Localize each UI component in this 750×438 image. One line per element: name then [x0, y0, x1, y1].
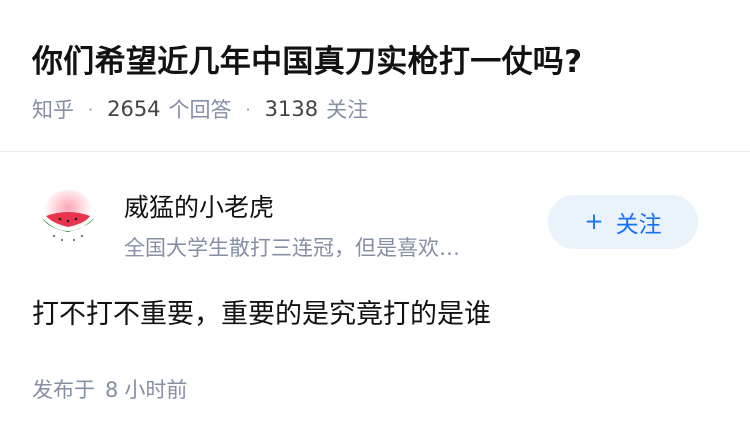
follower-count: 3138	[264, 97, 319, 121]
watermelon-slice-icon	[42, 190, 94, 241]
author-bio: 全国大学生散打三连冠，但是喜欢…	[124, 236, 460, 260]
author-row: 威猛的小老虎 全国大学生散打三连冠，但是喜欢… + 关注	[0, 152, 750, 282]
timestamp-number: 8	[105, 378, 119, 402]
follow-button-label: 关注	[615, 212, 662, 238]
author-name[interactable]: 威猛的小老虎	[124, 188, 274, 224]
meta-separator: ·	[245, 99, 251, 119]
follower-count-label: 关注	[326, 98, 369, 122]
question-header: 你们希望近几年中国真刀实枪打一仗吗? 知乎 · 2654 个回答 · 3138 …	[0, 0, 750, 150]
timestamp-suffix: 小时前	[124, 378, 188, 402]
question-title[interactable]: 你们希望近几年中国真刀实枪打一仗吗?	[32, 36, 582, 81]
question-meta: 知乎 · 2654 个回答 · 3138 关注	[32, 94, 368, 124]
plus-icon: +	[584, 209, 604, 235]
answer-timestamp: 发布于 8 小时前	[32, 374, 187, 404]
avatar[interactable]	[32, 182, 104, 254]
timestamp-prefix: 发布于	[32, 378, 95, 402]
follow-button[interactable]: + 关注	[548, 195, 698, 249]
meta-separator: ·	[88, 99, 94, 119]
source-label[interactable]: 知乎	[32, 94, 74, 124]
answer-content[interactable]: 打不打不重要，重要的是究竟打的是谁	[32, 292, 491, 331]
answer-count-label: 个回答	[168, 98, 232, 122]
answer-count: 2654	[107, 97, 161, 121]
